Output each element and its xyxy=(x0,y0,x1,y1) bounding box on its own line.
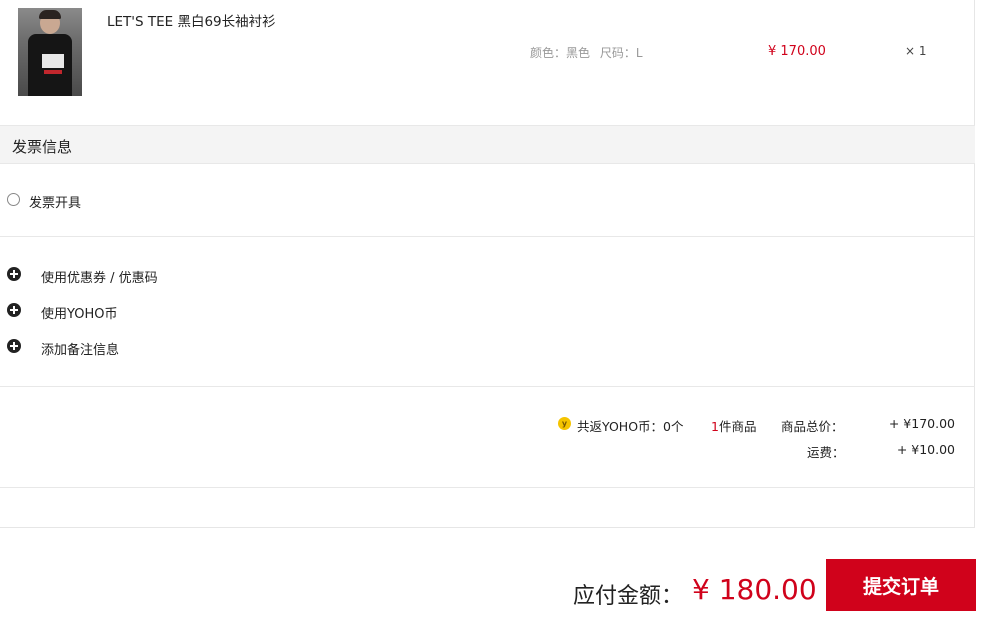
shipping-label: 运费： xyxy=(807,445,845,460)
submit-order-button[interactable]: 提交订单 xyxy=(826,559,976,611)
option-remark-label[interactable]: 添加备注信息 xyxy=(41,339,119,358)
plus-circle-icon[interactable] xyxy=(7,267,21,281)
order-card: LET'S TEE 黑白69长袖衬衫 颜色：黑色 尺码：L ¥ 170.00 ×… xyxy=(0,0,975,528)
product-thumbnail[interactable] xyxy=(18,8,82,96)
option-yoho-coin-label[interactable]: 使用YOHO币 xyxy=(41,303,117,322)
option-yoho-coin[interactable]: 使用YOHO币 xyxy=(0,299,300,323)
checkout-page: LET'S TEE 黑白69长袖衬衫 颜色：黑色 尺码：L ¥ 170.00 ×… xyxy=(0,0,984,624)
goods-total-value: + ¥170.00 xyxy=(888,416,955,431)
amount-due-value: ¥ 180.00 xyxy=(692,573,817,606)
plus-circle-icon[interactable] xyxy=(7,303,21,317)
item-count: 1件商品 xyxy=(711,416,756,435)
shirt-print xyxy=(42,54,64,68)
option-remark[interactable]: 添加备注信息 xyxy=(0,335,300,359)
amount-due-label: 应付金额： xyxy=(573,584,684,609)
item-count-number: 1 xyxy=(711,419,719,434)
option-coupon-label[interactable]: 使用优惠券 / 优惠码 xyxy=(41,267,158,286)
invoice-radio[interactable] xyxy=(7,193,20,206)
order-options: 使用优惠券 / 优惠码 使用YOHO币 添加备注信息 xyxy=(0,237,975,387)
invoice-issue-label[interactable]: 发票开具 xyxy=(29,192,81,211)
product-color: 颜色：黑色 xyxy=(530,46,591,60)
product-attributes: 颜色：黑色 尺码：L xyxy=(530,44,649,61)
item-count-suffix: 件商品 xyxy=(718,419,757,434)
product-row: LET'S TEE 黑白69长袖衬衫 颜色：黑色 尺码：L ¥ 170.00 ×… xyxy=(0,0,975,125)
option-coupon[interactable]: 使用优惠券 / 优惠码 xyxy=(0,263,300,287)
coin-return-text: 共返YOHO币：0个 xyxy=(577,419,684,434)
invoice-row: 发票开具 xyxy=(0,164,975,237)
product-name[interactable]: LET'S TEE 黑白69长袖衬衫 xyxy=(107,10,276,30)
model-hair xyxy=(39,10,61,19)
invoice-section-title: 发票信息 xyxy=(12,138,73,156)
shipping-value: + ¥10.00 xyxy=(896,442,955,457)
order-summary: y 共返YOHO币：0个 1件商品 商品总价： + ¥170.00 运费： + … xyxy=(0,387,975,488)
invoice-section-header: 发票信息 xyxy=(0,125,975,164)
product-size: 尺码：L xyxy=(599,46,643,60)
product-price: ¥ 170.00 xyxy=(768,44,826,59)
yoho-coin-icon: y xyxy=(558,417,571,430)
shirt-print-stripe xyxy=(44,70,62,74)
goods-total-label: 商品总价： xyxy=(781,419,844,434)
product-quantity: × 1 xyxy=(905,44,927,58)
plus-circle-icon[interactable] xyxy=(7,339,21,353)
